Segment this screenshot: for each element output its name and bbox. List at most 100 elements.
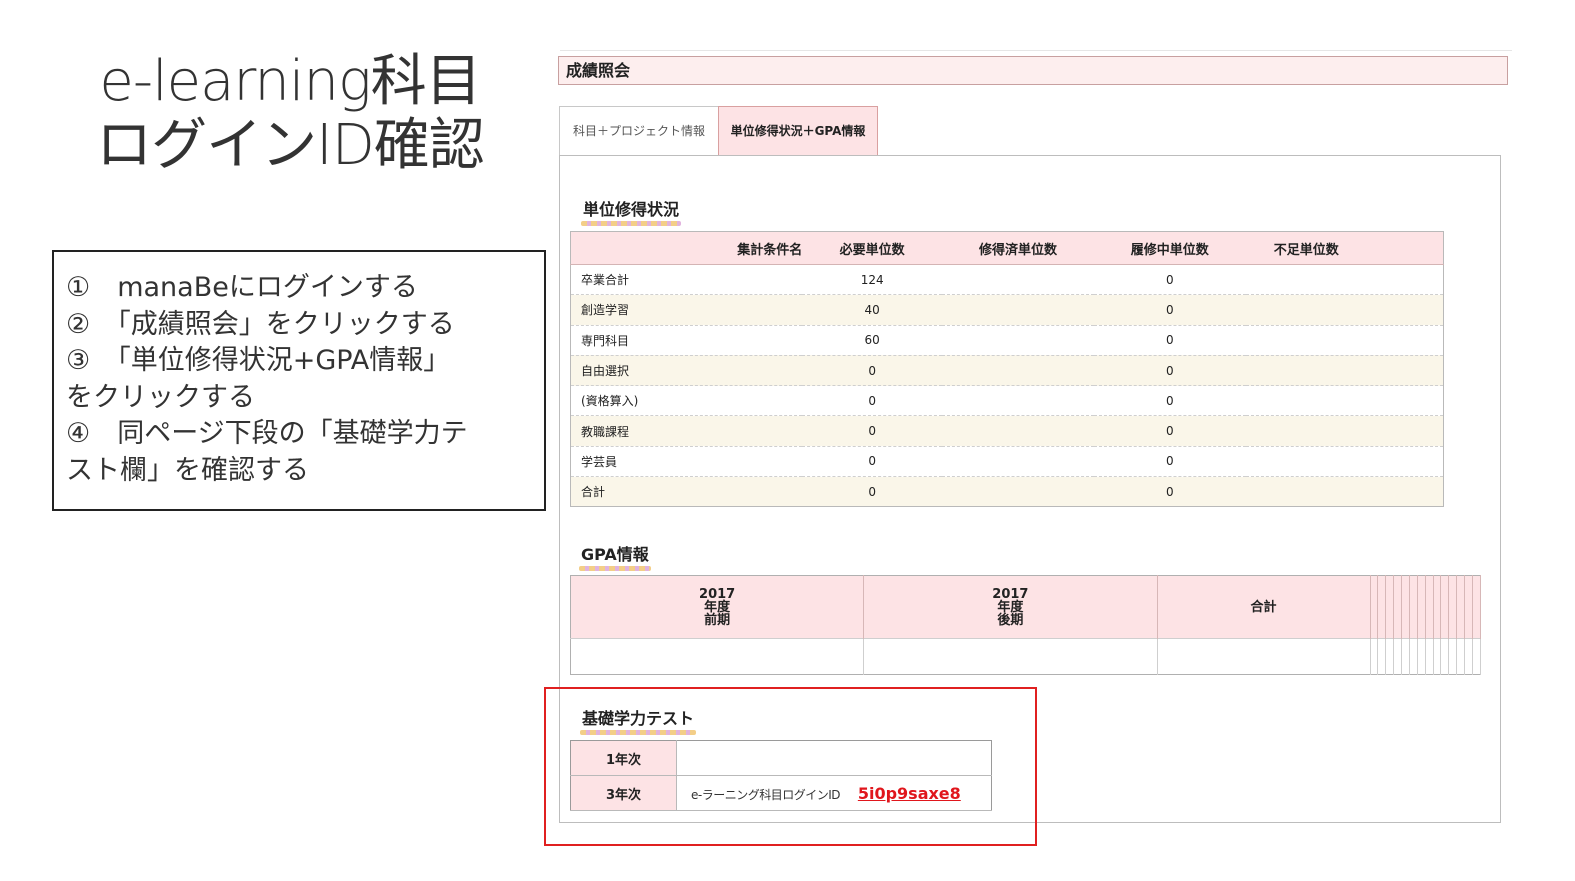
- header-line: 2017: [992, 586, 1029, 602]
- step-line: ① manaBeにログインする: [66, 272, 418, 303]
- gpa-cell: [1456, 638, 1466, 675]
- cell-name: 創造学習: [570, 294, 803, 326]
- cell-required: 0: [802, 385, 943, 416]
- title-underline: [581, 221, 682, 226]
- cell-in-progress: 0: [1093, 294, 1246, 326]
- gpa-header-empty: [1370, 575, 1379, 639]
- tab-credit-gpa-info[interactable]: 単位修得状況＋GPA情報: [718, 106, 878, 156]
- step-line: ② 「成績照会」をクリックする: [66, 308, 455, 340]
- credit-section-title: 単位修得状況: [581, 196, 682, 226]
- table-row: 卒業合計 124 0: [570, 263, 1444, 295]
- column-header: 修得済単位数: [942, 231, 1094, 265]
- gpa-cell: [863, 638, 1158, 675]
- column-header: 集計条件名: [570, 231, 803, 265]
- step-line: スト欄」を確認する: [66, 454, 309, 486]
- cell-earned: [942, 415, 1094, 447]
- cell-in-progress: 0: [1093, 445, 1246, 477]
- cell-in-progress: 0: [1093, 354, 1246, 386]
- gpa-header-empty: [1464, 575, 1473, 639]
- gpa-header-empty: [1456, 575, 1466, 639]
- cell-required: 0: [802, 476, 943, 507]
- cell-shortage: [1245, 263, 1444, 295]
- gpa-cell: [1157, 638, 1371, 675]
- gpa-cell: [1448, 638, 1458, 675]
- column-header: 必要単位数: [802, 231, 943, 265]
- header-line: 後期: [997, 612, 1024, 628]
- gpa-table: 2017 年度 前期 2017 年度 後期 合計: [570, 575, 1482, 675]
- credit-section-title-text: 単位修得状況: [583, 200, 680, 219]
- cell-name: 専門科目: [570, 324, 803, 356]
- gpa-cell: [1417, 638, 1426, 675]
- cell-required: 40: [802, 294, 943, 326]
- cell-shortage: [1245, 294, 1444, 326]
- table-row: 学芸員 0 0: [570, 445, 1444, 477]
- gpa-header-empty: [1417, 575, 1426, 639]
- cell-shortage: [1245, 354, 1444, 386]
- cell-required: 0: [802, 445, 943, 477]
- cell-required: 0: [802, 415, 943, 447]
- cell-name: 学芸員: [570, 445, 803, 477]
- gpa-header-empty: [1448, 575, 1458, 639]
- table-row: 合計 0 0: [570, 476, 1444, 507]
- step-line: ④ 同ページ下段の「基礎学力テ: [66, 418, 468, 449]
- slide-title: e-learning科目 ログインID確認: [60, 50, 520, 178]
- slide-title-line2: ログインID確認: [96, 113, 485, 178]
- gpa-header-empty: [1433, 575, 1442, 639]
- cell-shortage: [1245, 324, 1444, 356]
- header-line: 年度: [997, 599, 1024, 615]
- cell-earned: [942, 354, 1094, 386]
- cell-in-progress: 0: [1093, 415, 1246, 447]
- cell-earned: [942, 476, 1094, 507]
- gpa-header-empty: [1440, 575, 1450, 639]
- table-row: 専門科目 60 0: [570, 324, 1444, 356]
- gpa-header-empty: [1385, 575, 1395, 639]
- header-line: 前期: [704, 612, 731, 628]
- cell-shortage: [1245, 445, 1444, 477]
- cell-earned: [942, 294, 1094, 326]
- cell-earned: [942, 324, 1094, 356]
- credit-table: 集計条件名 必要単位数 修得済単位数 履修中単位数 不足単位数 卒業合計 124…: [570, 231, 1444, 508]
- gpa-section-title-text: GPA情報: [581, 545, 649, 564]
- gpa-header-empty: [1401, 575, 1410, 639]
- cell-shortage: [1245, 385, 1444, 416]
- tab-course-project-info[interactable]: 科目＋プロジェクト情報: [559, 106, 719, 156]
- step-line: ③ 「単位修得状況+GPA情報」: [66, 345, 451, 376]
- cell-required: 124: [802, 263, 943, 295]
- cell-in-progress: 0: [1093, 324, 1246, 356]
- table-header-row: 2017 年度 前期 2017 年度 後期 合計: [570, 575, 1482, 639]
- gpa-header-total: 合計: [1157, 575, 1371, 639]
- gpa-cell: [1464, 638, 1473, 675]
- gpa-header-empty: [1377, 575, 1387, 639]
- divider: [560, 50, 1512, 51]
- cell-shortage: [1245, 415, 1444, 447]
- gpa-cell: [1472, 638, 1482, 675]
- instructions-box: ① manaBeにログインする ② 「成績照会」をクリックする ③ 「単位修得状…: [52, 250, 546, 511]
- cell-in-progress: 0: [1093, 476, 1246, 507]
- step-line: をクリックする: [66, 381, 255, 413]
- column-header: 履修中単位数: [1093, 231, 1246, 265]
- cell-earned: [942, 445, 1094, 477]
- cell-name: 合計: [570, 476, 803, 507]
- page-header: 成績照会: [558, 56, 1508, 85]
- table-row: [570, 638, 1482, 675]
- table-row: 創造学習 40 0: [570, 294, 1444, 326]
- table-row: 自由選択 0 0: [570, 354, 1444, 386]
- cell-required: 60: [802, 324, 943, 356]
- column-header: 不足単位数: [1245, 231, 1444, 265]
- table-header-row: 集計条件名 必要単位数 修得済単位数 履修中単位数 不足単位数: [570, 231, 1444, 265]
- table-row: 教職課程 0 0: [570, 415, 1444, 447]
- header-line: 2017: [699, 586, 736, 602]
- gpa-cell: [1385, 638, 1395, 675]
- cell-name: (資格算入): [570, 385, 803, 416]
- table-row: (資格算入) 0 0: [570, 385, 1444, 416]
- gpa-header-empty: [1472, 575, 1482, 639]
- gpa-header-empty: [1393, 575, 1403, 639]
- cell-earned: [942, 385, 1094, 416]
- gpa-section-title: GPA情報: [579, 541, 651, 571]
- gpa-cell: [1409, 638, 1418, 675]
- gpa-cell: [1440, 638, 1450, 675]
- cell-in-progress: 0: [1093, 263, 1246, 295]
- gpa-cell: [1370, 638, 1379, 675]
- cell-in-progress: 0: [1093, 385, 1246, 416]
- header-line: 合計: [1250, 599, 1277, 615]
